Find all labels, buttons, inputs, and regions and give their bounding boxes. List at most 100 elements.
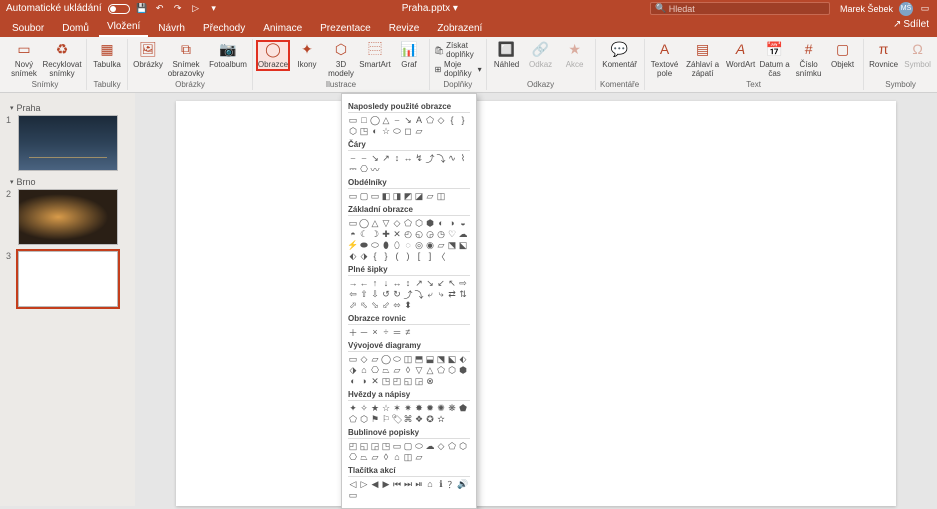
shape-item[interactable]: ◰	[348, 441, 358, 451]
equation-button[interactable]: πRovnice	[868, 41, 900, 70]
shape-item[interactable]: ★	[370, 403, 380, 413]
shape-item[interactable]: ⇧	[359, 289, 369, 299]
shape-item[interactable]: ▷	[359, 479, 369, 489]
shape-item[interactable]: ⎔	[359, 164, 369, 174]
tab-home[interactable]: Domů	[54, 20, 97, 37]
shape-item[interactable]: ▢	[359, 191, 369, 201]
shape-item[interactable]: ☆	[381, 126, 391, 136]
shape-item[interactable]: ☆	[381, 403, 391, 413]
shape-item[interactable]: ◐	[436, 218, 446, 228]
shape-item[interactable]: ⬠	[447, 441, 457, 451]
shape-item[interactable]: →	[348, 278, 358, 288]
shape-item[interactable]: }	[381, 251, 391, 261]
shape-item[interactable]: ☁	[458, 229, 468, 239]
shape-item[interactable]: △	[425, 365, 435, 375]
shape-item[interactable]: ∿	[447, 153, 457, 163]
shape-item[interactable]: ▱	[414, 452, 424, 462]
shape-item[interactable]: ◯	[359, 218, 369, 228]
section-praha[interactable]: Praha	[10, 103, 129, 113]
shape-item[interactable]: ◀	[370, 479, 380, 489]
user-name[interactable]: Marek Šebek	[840, 4, 893, 14]
shape-item[interactable]: ◯	[381, 354, 391, 364]
shape-item[interactable]: ⬠	[348, 414, 358, 424]
shape-item[interactable]: ♡	[447, 229, 457, 239]
new-slide-button[interactable]: ▭Nový snímek	[8, 41, 40, 79]
tab-review[interactable]: Revize	[381, 20, 428, 37]
shape-item[interactable]: ⬟	[458, 403, 468, 413]
get-addins-button[interactable]: 🛍Získat doplňky	[434, 41, 482, 59]
shape-item[interactable]: ◳	[381, 376, 391, 386]
shape-item[interactable]: ◳	[359, 126, 369, 136]
shape-item[interactable]: ☁	[425, 441, 435, 451]
shape-item[interactable]: ←	[359, 278, 369, 288]
shape-item[interactable]: ◑	[447, 218, 457, 228]
slide-thumb-3[interactable]	[18, 251, 118, 307]
shape-item[interactable]: ⎯	[348, 153, 358, 163]
shape-item[interactable]: ⬠	[436, 365, 446, 375]
wordart-button[interactable]: AWordArt	[725, 41, 757, 70]
shape-item[interactable]: ◒	[458, 218, 468, 228]
shape-item[interactable]: ⬁	[359, 300, 369, 310]
tab-insert[interactable]: Vložení	[99, 18, 148, 37]
shape-item[interactable]: ▭	[370, 191, 380, 201]
screenshot-button[interactable]: ⧉Snímek obrazovky	[166, 41, 206, 79]
shape-item[interactable]: ⬯	[392, 240, 402, 250]
shape-item[interactable]: ⌇	[458, 153, 468, 163]
shape-item[interactable]: ⬭	[370, 240, 380, 250]
shape-item[interactable]: ◉	[425, 240, 435, 250]
shape-item[interactable]: ✷	[403, 403, 413, 413]
shape-item[interactable]: ⌂	[425, 479, 435, 489]
shape-item[interactable]: ⬡	[447, 365, 457, 375]
shape-item[interactable]: ⬔	[447, 240, 457, 250]
shape-item[interactable]: ✧	[359, 403, 369, 413]
shape-item[interactable]: ⇅	[458, 289, 468, 299]
shape-item[interactable]: ⬮	[381, 240, 391, 250]
shape-item[interactable]: ⬀	[348, 300, 358, 310]
shape-item[interactable]: 🏷	[392, 414, 402, 424]
shape-item[interactable]: ⏯	[414, 479, 424, 489]
object-button[interactable]: ▢Objekt	[827, 41, 859, 70]
shape-item[interactable]: ▢	[403, 441, 413, 451]
shape-item[interactable]: ⬍	[403, 300, 413, 310]
table-button[interactable]: ▦Tabulka	[91, 41, 123, 70]
3d-models-button[interactable]: ⬡3D modely	[325, 41, 357, 79]
shape-item[interactable]: ⬗	[359, 251, 369, 261]
shape-item[interactable]: ✺	[436, 403, 446, 413]
shape-item[interactable]: ✦	[348, 403, 358, 413]
tab-design[interactable]: Návrh	[150, 20, 193, 37]
shape-item[interactable]: ✪	[425, 414, 435, 424]
shape-item[interactable]: ⬢	[458, 365, 468, 375]
header-footer-button[interactable]: ▤Záhlaví a zápatí	[683, 41, 723, 79]
shape-item[interactable]: ⬔	[436, 354, 446, 364]
shape-item[interactable]: ⤵	[414, 289, 424, 299]
shape-item[interactable]: ◐	[370, 126, 380, 136]
thumb-row-3[interactable]: 3	[6, 251, 129, 307]
shape-item[interactable]: ▽	[414, 365, 424, 375]
shape-item[interactable]: {	[370, 251, 380, 261]
search-box[interactable]: 🔍 Hledat	[650, 2, 830, 15]
shapes-button[interactable]: ◯Obrazce	[257, 41, 289, 70]
shape-item[interactable]: ◰	[392, 376, 402, 386]
shape-item[interactable]: ⬃	[381, 300, 391, 310]
shape-item[interactable]: ⬡	[458, 441, 468, 451]
shape-item[interactable]: ⬕	[447, 354, 457, 364]
tab-file[interactable]: Soubor	[4, 20, 52, 37]
shape-item[interactable]: ◇	[392, 218, 402, 228]
symbol-button[interactable]: ΩSymbol	[902, 41, 934, 70]
shape-item[interactable]: ÷	[381, 327, 391, 337]
shape-item[interactable]: ↓	[381, 278, 391, 288]
shape-item[interactable]: ▽	[381, 218, 391, 228]
pictures-button[interactable]: 🖼Obrázky	[132, 41, 164, 70]
shape-item[interactable]: }	[458, 115, 468, 125]
shape-item[interactable]: ⎯	[359, 153, 369, 163]
shape-item[interactable]: ⬕	[458, 240, 468, 250]
shape-item[interactable]: ⬡	[414, 218, 424, 228]
shape-item[interactable]: ⏥	[392, 365, 402, 375]
smartart-button[interactable]: ⿳SmartArt	[359, 41, 391, 70]
shape-item[interactable]: ✕	[370, 376, 380, 386]
shape-item[interactable]: ◇	[436, 441, 446, 451]
shape-item[interactable]: ▭	[348, 218, 358, 228]
shape-item[interactable]: ↘	[403, 115, 413, 125]
shape-item[interactable]: ⬓	[425, 354, 435, 364]
shape-item[interactable]: ✸	[414, 403, 424, 413]
